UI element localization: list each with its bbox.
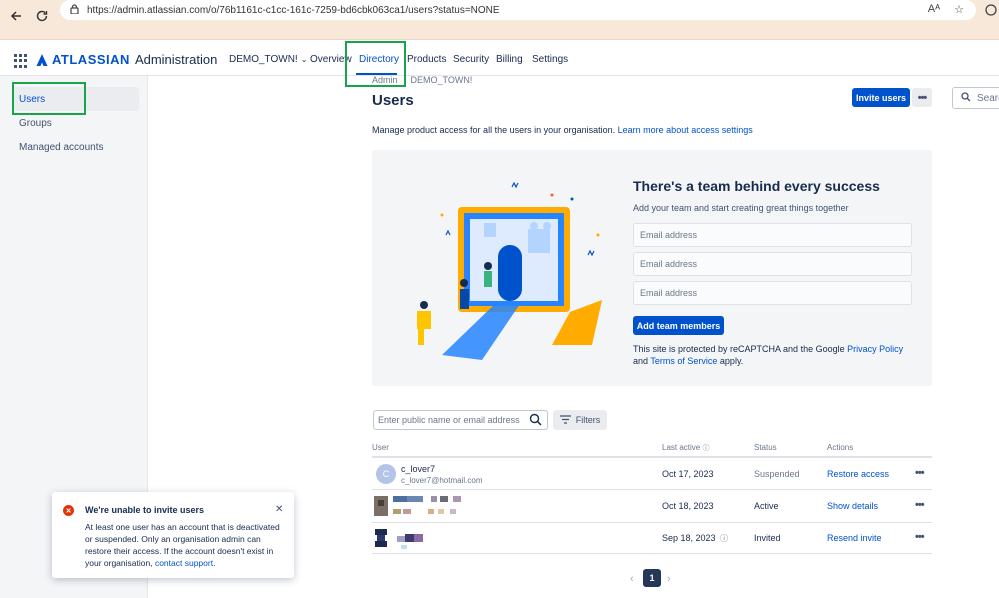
row-divider <box>372 489 932 490</box>
search-icon[interactable] <box>529 413 542 428</box>
restore-access-link[interactable]: Restore access <box>827 469 889 479</box>
promo-subtitle: Add your team and start creating great t… <box>633 203 849 213</box>
toast-message: At least one user has an account that is… <box>85 521 285 569</box>
nav-billing[interactable]: Billing <box>496 54 523 65</box>
show-details-link[interactable]: Show details <box>827 501 878 511</box>
close-icon[interactable]: ✕ <box>275 504 283 515</box>
sidebar-item-managed-accounts[interactable]: Managed accounts <box>13 135 139 159</box>
error-icon: ✕ <box>63 505 74 516</box>
url-text: https://admin.atlassian.com/o/76b1161c-c… <box>87 4 500 16</box>
status-badge: Active <box>754 501 779 511</box>
last-active-date: Oct 18, 2023 <box>662 501 714 511</box>
avatar: C <box>376 464 396 484</box>
page-description: Manage product access for all the users … <box>372 125 753 135</box>
column-header-actions: Actions <box>827 443 854 452</box>
back-icon[interactable] <box>4 4 28 28</box>
column-header-status[interactable]: Status <box>754 443 777 452</box>
email-field-3[interactable]: Email address <box>633 281 912 305</box>
row-more-button[interactable]: ••• <box>915 467 925 479</box>
nav-security[interactable]: Security <box>453 54 489 65</box>
email-field-1[interactable]: Email address <box>633 223 912 247</box>
info-icon[interactable]: ⓘ <box>720 534 728 543</box>
brand-name: ATLASSIAN <box>52 52 130 67</box>
app-switcher-icon[interactable] <box>14 54 28 68</box>
recaptcha-text: This site is protected by reCAPTCHA and … <box>633 344 845 354</box>
promo-title: There's a team behind every success <box>633 178 880 194</box>
filters-button[interactable]: Filters <box>553 410 607 430</box>
invite-promo-panel: There's a team behind every success Add … <box>372 150 932 386</box>
contact-support-link[interactable]: contact support <box>155 558 213 568</box>
user-name[interactable]: c_lover7 <box>401 464 435 474</box>
filters-label: Filters <box>575 415 601 425</box>
extensions-icon[interactable] <box>985 4 997 19</box>
last-active-date: Oct 17, 2023 <box>662 469 714 479</box>
info-icon[interactable]: ⓘ <box>702 445 709 452</box>
last-active-date: Sep 18, 2023 ⓘ <box>662 533 728 544</box>
row-more-button[interactable]: ••• <box>915 531 925 543</box>
toast-title: We're unable to invite users <box>85 505 205 515</box>
org-name: DEMO_TOWN! <box>229 54 298 65</box>
resend-invite-link[interactable]: Resend invite <box>827 533 882 543</box>
error-toast: ✕ We're unable to invite users ✕ At leas… <box>52 492 294 578</box>
breadcrumb-org[interactable]: DEMO_TOWN! <box>411 75 473 85</box>
previous-page-icon[interactable]: ‹ <box>630 573 634 585</box>
email-field-2[interactable]: Email address <box>633 252 912 276</box>
toast-body-end: . <box>213 558 216 568</box>
read-aloud-icon[interactable]: Aᴬ <box>928 3 940 16</box>
last-active-label: Last active <box>662 443 701 452</box>
user-email: c_lover7@hotmail.com <box>401 476 483 485</box>
sidebar-item-label: Managed accounts <box>19 141 104 153</box>
header-search-placeholder: Search <box>977 92 999 104</box>
atlassian-logo[interactable]: ATLASSIAN Administration <box>36 52 217 67</box>
next-page-icon[interactable]: › <box>667 573 671 585</box>
favorite-star-icon[interactable]: ☆ <box>954 3 964 16</box>
chevron-down-icon: ⌄ <box>300 55 308 64</box>
breadcrumb: Admin DEMO_TOWN! <box>372 75 472 85</box>
app-header: ATLASSIAN Administration DEMO_TOWN! ⌄ Ov… <box>0 40 999 109</box>
org-switcher[interactable]: DEMO_TOWN! ⌄ <box>229 54 307 65</box>
status-badge: Suspended <box>754 469 800 479</box>
column-header-last-active[interactable]: Last active ⓘ <box>662 443 709 453</box>
recaptcha-notice: This site is protected by reCAPTCHA and … <box>633 343 913 367</box>
lock-icon <box>70 3 79 17</box>
invite-users-button[interactable]: Invite users <box>852 88 910 107</box>
product-name: Administration <box>134 52 218 67</box>
description-text: Manage product access for all the users … <box>372 125 616 135</box>
column-header-user[interactable]: User <box>372 443 389 452</box>
status-badge: Invited <box>754 533 781 543</box>
recaptcha-apply: apply. <box>719 356 744 366</box>
nav-settings[interactable]: Settings <box>532 54 568 65</box>
more-actions-button[interactable]: ••• <box>912 88 932 107</box>
address-bar[interactable]: https://admin.atlassian.com/o/76b1161c-c… <box>60 0 976 20</box>
row-more-button[interactable]: ••• <box>915 499 925 511</box>
header-search[interactable]: Search <box>952 87 999 109</box>
user-search-input[interactable]: Enter public name or email address <box>373 410 548 430</box>
atlassian-logo-icon <box>36 53 48 66</box>
sidebar-item-label: Groups <box>19 117 52 129</box>
privacy-policy-link[interactable]: Privacy Policy <box>847 344 903 354</box>
breadcrumb-admin[interactable]: Admin <box>372 75 398 85</box>
highlight-box-users <box>12 82 86 115</box>
team-illustration <box>417 181 602 360</box>
browser-toolbar: https://admin.atlassian.com/o/76b1161c-c… <box>0 0 999 40</box>
recaptcha-and: and <box>633 356 649 366</box>
page-button-current[interactable]: 1 <box>643 569 661 587</box>
terms-of-service-link[interactable]: Terms of Service <box>650 356 717 366</box>
user-search-placeholder: Enter public name or email address <box>378 415 520 425</box>
access-settings-link[interactable]: Learn more about access settings <box>618 125 753 135</box>
nav-products[interactable]: Products <box>407 54 446 65</box>
table-header-divider <box>372 456 932 458</box>
row-divider <box>372 522 932 523</box>
row-divider <box>372 553 932 554</box>
filter-icon <box>559 414 571 426</box>
last-active-value: Sep 18, 2023 <box>662 533 716 543</box>
refresh-icon[interactable] <box>30 4 54 28</box>
search-icon <box>961 91 971 105</box>
page-title: Users <box>372 92 414 109</box>
add-team-members-button[interactable]: Add team members <box>633 316 724 335</box>
